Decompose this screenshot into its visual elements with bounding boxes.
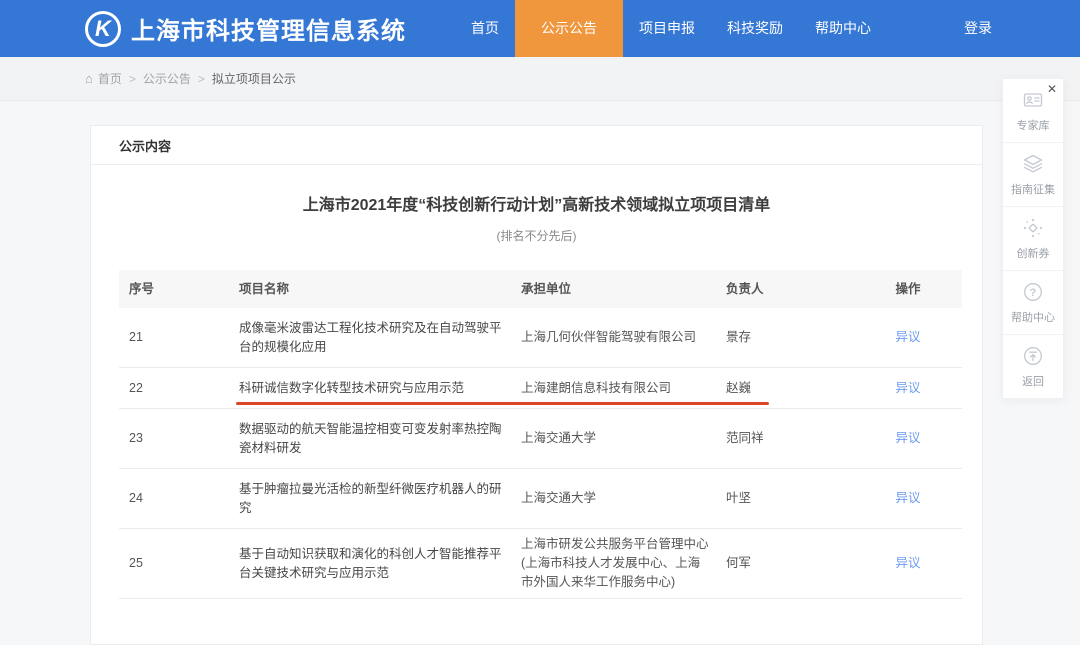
breadcrumb-separator: >	[129, 72, 136, 86]
breadcrumb-announcements[interactable]: 公示公告	[143, 70, 191, 87]
section-title: 公示内容	[119, 136, 171, 155]
layers-icon	[1022, 153, 1044, 175]
panel-item-label: 帮助中心	[1011, 309, 1055, 325]
row-leader: 范同祥	[726, 429, 854, 448]
row-no: 23	[119, 429, 239, 448]
row-org: 上海交通大学	[521, 429, 726, 448]
notice-title: 上海市2021年度“科技创新行动计划”高新技术领域拟立项项目清单	[91, 191, 982, 215]
panel-item-innovation-voucher[interactable]: 创新券	[1003, 207, 1063, 271]
table-row-highlighted: 22 科研诚信数字化转型技术研究与应用示范 上海建朗信息科技有限公司 赵巍 异议	[119, 368, 962, 409]
objection-link[interactable]: 异议	[895, 381, 920, 395]
table-row: 24 基于肿瘤拉曼光活检的新型纤微医疗机器人的研究 上海交通大学 叶坚 异议	[119, 469, 962, 529]
objection-link[interactable]: 异议	[895, 556, 920, 570]
row-leader: 赵巍	[726, 379, 854, 398]
row-no: 21	[119, 328, 239, 347]
notice-subtitle: (排名不分先后)	[91, 227, 982, 244]
logo-k-icon: K	[85, 11, 121, 47]
row-project-name: 成像毫米波雷达工程化技术研究及在自动驾驶平台的规模化应用	[239, 319, 521, 357]
id-card-icon	[1022, 89, 1044, 111]
row-org: 上海建朗信息科技有限公司	[521, 379, 726, 398]
nav-item-project-application[interactable]: 项目申报	[623, 0, 711, 57]
breadcrumb: ⌂ 首页 > 公示公告 > 拟立项项目公示	[0, 57, 1080, 101]
breadcrumb-separator: >	[198, 72, 205, 86]
row-org: 上海几何伙伴智能驾驶有限公司	[521, 328, 726, 347]
back-top-icon	[1022, 345, 1044, 367]
main-nav-menu: 首页 公示公告 项目申报 科技奖励 帮助中心	[455, 0, 887, 57]
section-header: 公示内容	[91, 126, 982, 165]
svg-text:?: ?	[1030, 287, 1037, 299]
table-row: 25 基于自动知识获取和演化的科创人才智能推荐平台关键技术研究与应用示范 上海市…	[119, 529, 962, 599]
nav-item-tech-awards[interactable]: 科技奖励	[711, 0, 799, 57]
objection-link[interactable]: 异议	[895, 431, 920, 445]
login-link[interactable]: 登录	[964, 0, 992, 57]
nav-item-help-center[interactable]: 帮助中心	[799, 0, 887, 57]
row-project-name: 基于肿瘤拉曼光活检的新型纤微医疗机器人的研究	[239, 480, 521, 518]
red-underline-annotation	[236, 402, 769, 405]
col-header-no: 序号	[119, 280, 239, 299]
close-icon[interactable]: ✕	[1047, 82, 1057, 96]
project-table: 序号 项目名称 承担单位 负责人 操作 21 成像毫米波雷达工程化技术研究及在自…	[119, 270, 962, 599]
row-leader: 景存	[726, 328, 854, 347]
breadcrumb-home[interactable]: 首页	[98, 70, 122, 87]
col-header-org: 承担单位	[521, 280, 726, 299]
panel-item-label: 创新券	[1017, 245, 1050, 261]
panel-item-label: 返回	[1022, 373, 1044, 389]
nav-item-home[interactable]: 首页	[455, 0, 515, 57]
col-header-project-name: 项目名称	[239, 280, 521, 299]
floating-side-panel: ✕ 专家库 指南征集 创新券 ? 帮助中心 返回	[1002, 78, 1064, 399]
row-org: 上海交通大学	[521, 489, 726, 508]
breadcrumb-current: 拟立项项目公示	[212, 70, 296, 87]
site-logo: K 上海市科技管理信息系统	[85, 0, 406, 57]
top-navbar: K 上海市科技管理信息系统 首页 公示公告 项目申报 科技奖励 帮助中心 登录	[0, 0, 1080, 57]
row-project-name: 科研诚信数字化转型技术研究与应用示范	[239, 379, 521, 398]
objection-link[interactable]: 异议	[895, 330, 920, 344]
row-no: 22	[119, 379, 239, 398]
table-header-row: 序号 项目名称 承担单位 负责人 操作	[119, 270, 962, 308]
row-project-name: 数据驱动的航天智能温控相变可变发射率热控陶瓷材料研发	[239, 420, 521, 458]
row-no: 24	[119, 489, 239, 508]
question-icon: ?	[1022, 281, 1044, 303]
row-leader: 叶坚	[726, 489, 854, 508]
panel-item-label: 专家库	[1017, 117, 1050, 133]
panel-item-guide-collection[interactable]: 指南征集	[1003, 143, 1063, 207]
notice-content-card: 公示内容 上海市2021年度“科技创新行动计划”高新技术领域拟立项项目清单 (排…	[90, 125, 983, 645]
table-row: 23 数据驱动的航天智能温控相变可变发射率热控陶瓷材料研发 上海交通大学 范同祥…	[119, 409, 962, 469]
col-header-leader: 负责人	[726, 280, 854, 299]
col-header-action: 操作	[854, 280, 962, 299]
table-row: 21 成像毫米波雷达工程化技术研究及在自动驾驶平台的规模化应用 上海几何伙伴智能…	[119, 308, 962, 368]
site-title: 上海市科技管理信息系统	[131, 11, 406, 46]
nav-item-announcements[interactable]: 公示公告	[515, 0, 623, 57]
home-icon: ⌂	[85, 71, 93, 86]
panel-item-label: 指南征集	[1011, 181, 1055, 197]
objection-link[interactable]: 异议	[895, 491, 920, 505]
panel-item-help-center[interactable]: ? 帮助中心	[1003, 271, 1063, 335]
nodes-icon	[1022, 217, 1044, 239]
panel-item-back-to-top[interactable]: 返回	[1003, 335, 1063, 398]
